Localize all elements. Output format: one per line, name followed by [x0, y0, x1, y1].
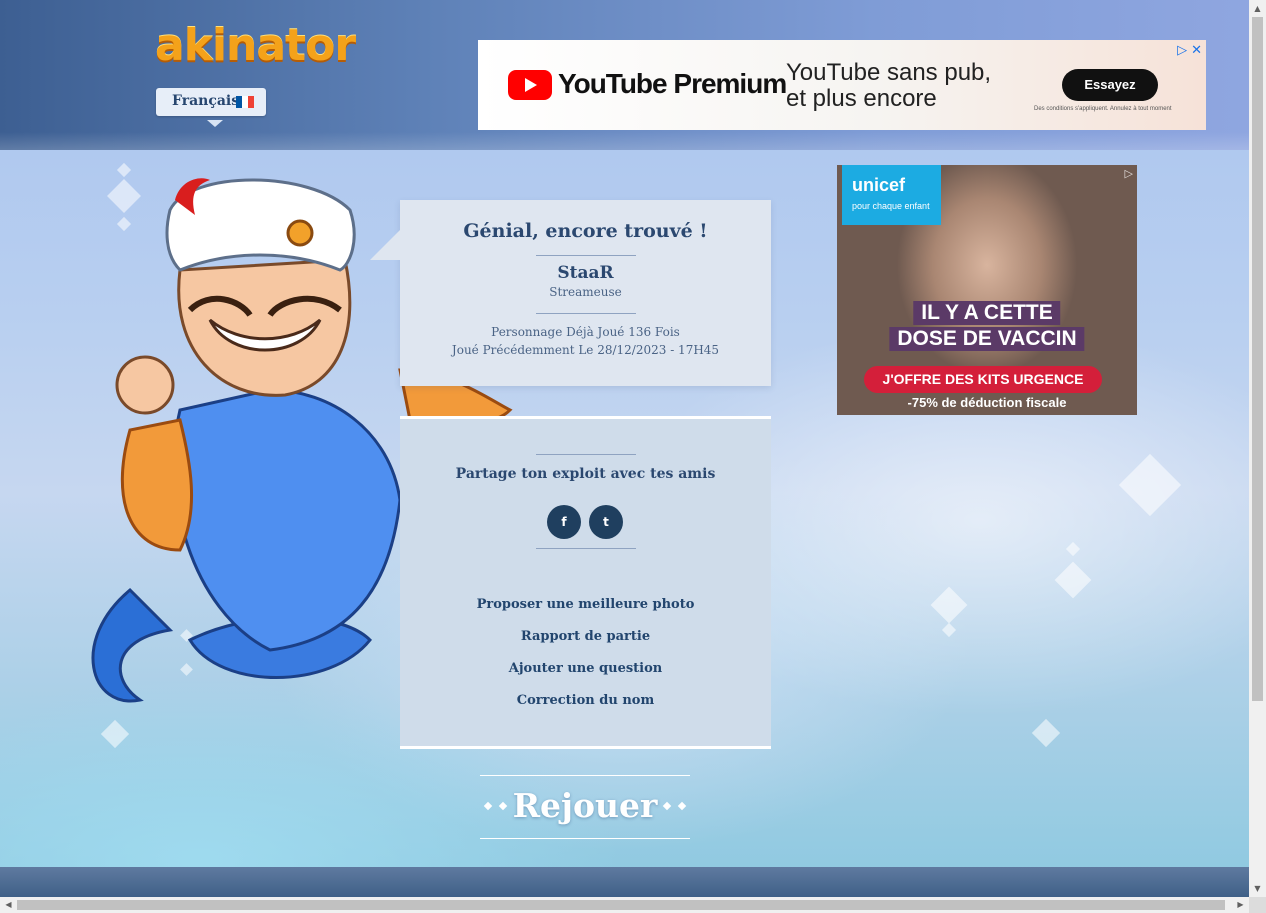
ad-headline-line2: DOSE DE VACCIN [889, 327, 1085, 351]
ad-donate-button[interactable]: J'OFFRE DES KITS URGENCE [864, 366, 1102, 393]
ad-controls: ▷ ✕ [1173, 42, 1202, 58]
facebook-share-button[interactable]: f [547, 505, 581, 539]
result-title: Génial, encore trouvé ! [463, 220, 708, 242]
last-played: Joué Précédemment Le 28/12/2023 - 17H45 [451, 343, 720, 357]
ad-headline-line1: IL Y A CETTE [913, 301, 1061, 325]
decor-diamond [941, 622, 957, 638]
ad-deduction-text: -75% de déduction fiscale [907, 395, 1067, 410]
scrollbar-corner [1249, 897, 1266, 913]
unicef-sub: pour chaque enfant [852, 201, 930, 211]
site-header: akinator Français YouTube Premium YouTub… [0, 0, 1249, 150]
french-flag-icon [236, 96, 254, 108]
decor-diamond [930, 586, 968, 624]
unicef-logo: unicef pour chaque enfant [842, 165, 941, 225]
twitter-share-button[interactable]: t [589, 505, 623, 539]
decor-diamond [1031, 718, 1061, 748]
scroll-up-icon[interactable]: ▲ [1249, 0, 1266, 17]
ad-tagline-line2: et plus encore [786, 85, 937, 112]
youtube-logo-icon [508, 70, 552, 100]
game-report-link[interactable]: Rapport de partie [400, 629, 771, 644]
close-icon[interactable]: ✕ [1191, 42, 1202, 57]
decor-diamond [100, 719, 130, 749]
divider [536, 255, 636, 256]
scroll-down-icon[interactable]: ▼ [1249, 880, 1266, 897]
page-viewport: akinator Français YouTube Premium YouTub… [0, 0, 1249, 897]
speech-bubble-tail [370, 230, 400, 260]
adchoices-icon[interactable]: ▷ [1125, 167, 1133, 180]
decor-diamond [1054, 561, 1092, 599]
facebook-icon: f [561, 515, 567, 529]
propose-photo-link[interactable]: Proposer une meilleure photo [400, 597, 771, 612]
ad-brand: YouTube Premium [558, 68, 787, 99]
ad-cta-button[interactable]: Essayez [1062, 69, 1158, 101]
unicef-name: unicef [852, 175, 906, 195]
divider [536, 548, 636, 549]
vertical-scroll-thumb[interactable] [1252, 17, 1263, 701]
footer-bar [0, 867, 1249, 897]
twitter-icon: t [603, 515, 609, 529]
share-title: Partage ton exploit avec tes amis [455, 466, 716, 482]
decor-diamond [1065, 541, 1081, 557]
ad-tagline: YouTube sans pub, et plus encore [786, 60, 1016, 112]
fix-name-link[interactable]: Correction du nom [400, 693, 771, 708]
ad-fineprint: Des conditions s'appliquent. Annulez à t… [1034, 106, 1172, 112]
adchoices-icon[interactable]: ▷ [1177, 42, 1187, 57]
divider [536, 313, 636, 314]
ad-banner-right[interactable]: unicef pour chaque enfant ▷ IL Y A CETTE… [837, 165, 1137, 415]
replay-label: Rejouer [512, 786, 658, 825]
result-card: Génial, encore trouvé ! StaaR Streameuse… [370, 200, 771, 386]
language-label: Français [172, 93, 240, 109]
decor-diamond [1118, 453, 1182, 517]
horizontal-scrollbar[interactable]: ◀ ▶ [0, 897, 1249, 913]
horizontal-scroll-thumb[interactable] [17, 900, 1225, 910]
akinator-logo[interactable]: akinator [155, 22, 356, 70]
language-selector[interactable]: Français [156, 88, 266, 127]
chevron-down-icon [207, 120, 223, 127]
scroll-right-icon[interactable]: ▶ [1232, 897, 1249, 913]
ad-banner-top[interactable]: YouTube Premium YouTube sans pub, et plu… [478, 40, 1206, 130]
scroll-left-icon[interactable]: ◀ [0, 897, 17, 913]
add-question-link[interactable]: Ajouter une question [400, 661, 771, 676]
divider [536, 454, 636, 455]
ad-tagline-line1: YouTube sans pub, [786, 59, 992, 86]
character-name: StaaR [557, 263, 614, 283]
played-count: Personnage Déjà Joué 136 Fois [491, 325, 680, 339]
vertical-scrollbar[interactable]: ▲ ▼ [1249, 0, 1266, 897]
replay-button[interactable]: Rejouer [480, 775, 690, 839]
share-card: Partage ton exploit avec tes amis f t Pr… [400, 416, 771, 749]
character-description: Streameuse [549, 285, 622, 299]
